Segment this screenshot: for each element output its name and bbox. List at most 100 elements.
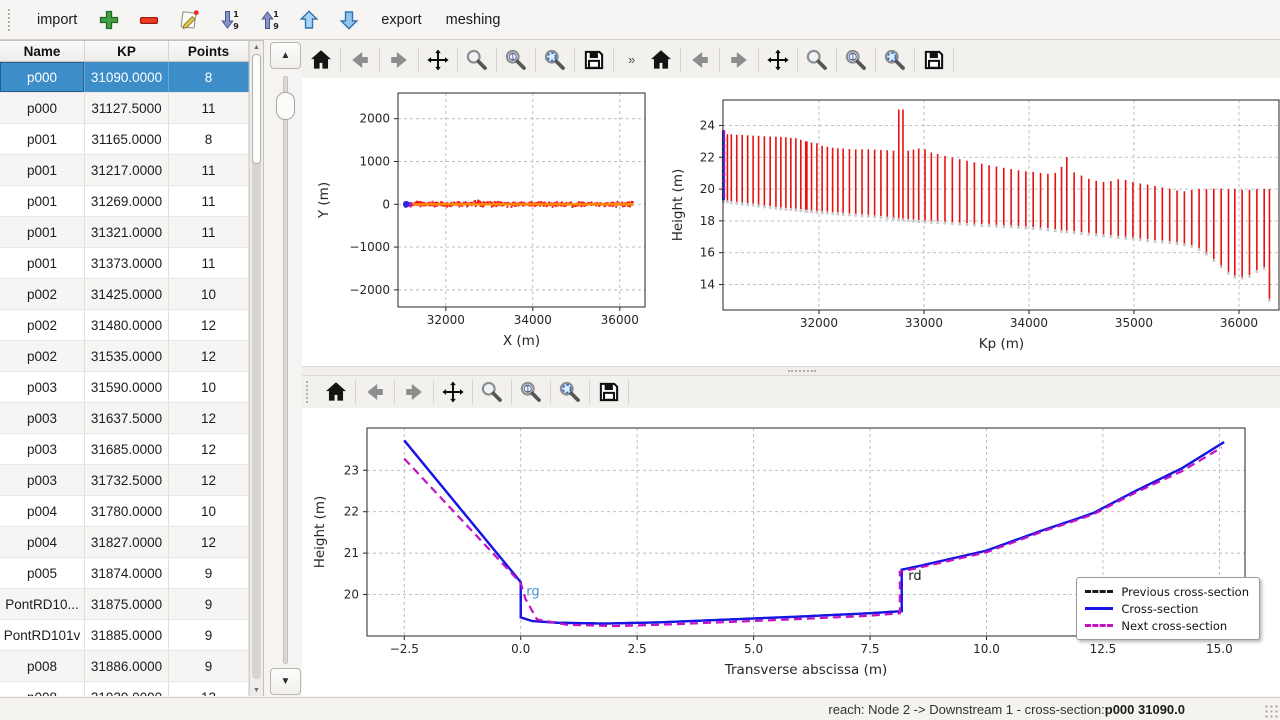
table-cell[interactable]: 31425.0000	[85, 279, 169, 309]
table-cell[interactable]: 31269.0000	[85, 186, 169, 216]
table-cell[interactable]: 10	[169, 372, 249, 402]
back-button-trace[interactable]	[345, 45, 375, 75]
sort-down-button[interactable]: 19	[213, 4, 245, 36]
table-cell[interactable]: 31217.0000	[85, 155, 169, 185]
table-cell[interactable]: 31875.0000	[85, 589, 169, 619]
table-cell[interactable]: 12	[169, 403, 249, 433]
table-cell[interactable]: 31321.0000	[85, 217, 169, 247]
column-header-kp[interactable]: KP	[85, 41, 169, 61]
table-row[interactable]: p00331637.500012	[0, 403, 249, 434]
table-cell[interactable]: p000	[0, 93, 85, 123]
table-cell[interactable]: 11	[169, 155, 249, 185]
trace-plot[interactable]: 320003400036000200010000−1000−2000X (m)Y…	[302, 78, 658, 366]
remove-cross-section-button[interactable]	[133, 4, 165, 36]
back-button-cross[interactable]	[360, 377, 390, 407]
splitter-grip[interactable]	[788, 370, 816, 375]
table-cell[interactable]: p003	[0, 434, 85, 464]
table-row[interactable]: p00031090.00008	[0, 62, 249, 93]
table-cell[interactable]: 31827.0000	[85, 527, 169, 557]
table-scrollbar[interactable]: ▲ ▼	[249, 41, 263, 696]
import-button[interactable]: import	[27, 8, 87, 32]
table-cell[interactable]: p001	[0, 186, 85, 216]
table-cell[interactable]: 31373.0000	[85, 248, 169, 278]
meshing-button[interactable]: meshing	[436, 8, 511, 32]
table-cell[interactable]: p002	[0, 279, 85, 309]
table-cell[interactable]: 8	[169, 62, 249, 92]
table-cell[interactable]: 31637.5000	[85, 403, 169, 433]
table-cell[interactable]: 31732.5000	[85, 465, 169, 495]
zoom-button-trace[interactable]	[462, 45, 492, 75]
cross-section-table[interactable]: NameKPPoints p00031090.00008p00031127.50…	[0, 41, 249, 696]
pan-button-profile[interactable]	[763, 45, 793, 75]
table-cell[interactable]: 11	[169, 217, 249, 247]
table-cell[interactable]: 12	[169, 434, 249, 464]
zoom-one-button-trace[interactable]: 1	[501, 45, 531, 75]
table-cell[interactable]: p001	[0, 217, 85, 247]
zoom-one-button-cross[interactable]: 1	[516, 377, 546, 407]
table-row[interactable]: p00531874.00009	[0, 558, 249, 589]
table-cell[interactable]: p001	[0, 248, 85, 278]
add-cross-section-button[interactable]	[93, 4, 125, 36]
zoom-button-cross[interactable]	[477, 377, 507, 407]
table-cell[interactable]: p001	[0, 124, 85, 154]
table-cell[interactable]: 31780.0000	[85, 496, 169, 526]
table-cell[interactable]: p004	[0, 527, 85, 557]
table-cell[interactable]: p008	[0, 651, 85, 681]
cross-section-slider-handle[interactable]	[276, 92, 295, 120]
pan-button-cross[interactable]	[438, 377, 468, 407]
table-row[interactable]: PontRD101v31885.00009	[0, 620, 249, 651]
table-cell[interactable]: 8	[169, 124, 249, 154]
table-row[interactable]: p00331732.500012	[0, 465, 249, 496]
toolbar-drag-handle[interactable]	[8, 9, 15, 31]
table-cell[interactable]: 31885.0000	[85, 620, 169, 650]
zoom-button-profile[interactable]	[802, 45, 832, 75]
table-row[interactable]: p00131373.000011	[0, 248, 249, 279]
table-cell[interactable]: 31886.0000	[85, 651, 169, 681]
table-cell[interactable]: p003	[0, 372, 85, 402]
zoom-one-button-profile[interactable]: 1	[841, 45, 871, 75]
next-cross-section-button[interactable]: ▼	[270, 668, 301, 695]
table-row[interactable]: p00131217.000011	[0, 155, 249, 186]
forward-button-cross[interactable]	[399, 377, 429, 407]
horizontal-splitter[interactable]	[302, 366, 1280, 376]
table-cell[interactable]: 11	[169, 93, 249, 123]
table-cell[interactable]: 12	[169, 465, 249, 495]
toolbar-drag-handle[interactable]	[306, 381, 313, 403]
table-row[interactable]: p00131321.000011	[0, 217, 249, 248]
table-cell[interactable]: 31535.0000	[85, 341, 169, 371]
table-cell[interactable]: 31685.0000	[85, 434, 169, 464]
table-cell[interactable]: p002	[0, 310, 85, 340]
table-cell[interactable]: 10	[169, 496, 249, 526]
scroll-up-icon[interactable]: ▲	[250, 41, 263, 53]
sort-up-button[interactable]: 19	[253, 4, 285, 36]
table-cell[interactable]: 13	[169, 682, 249, 696]
save-button-profile[interactable]	[919, 45, 949, 75]
table-cell[interactable]: 31090.0000	[85, 62, 169, 92]
table-row[interactable]: p00331590.000010	[0, 372, 249, 403]
table-row[interactable]: PontRD10...31875.00009	[0, 589, 249, 620]
table-cell[interactable]: 31874.0000	[85, 558, 169, 588]
profile-plot[interactable]: 3200033000340003500036000141618202224Kp …	[658, 78, 1280, 366]
table-row[interactable]: p00431827.000012	[0, 527, 249, 558]
pan-button-trace[interactable]	[423, 45, 453, 75]
zoom-fit-button-profile[interactable]	[880, 45, 910, 75]
export-button[interactable]: export	[371, 8, 431, 32]
table-cell[interactable]: 12	[169, 310, 249, 340]
table-row[interactable]: p00131269.000011	[0, 186, 249, 217]
table-cell[interactable]: p002	[0, 341, 85, 371]
zoom-fit-button-cross[interactable]	[555, 377, 585, 407]
save-button-trace[interactable]	[579, 45, 609, 75]
table-row[interactable]: p00331685.000012	[0, 434, 249, 465]
scrollbar-thumb[interactable]	[252, 54, 261, 164]
table-cell[interactable]: p004	[0, 496, 85, 526]
table-cell[interactable]: p003	[0, 465, 85, 495]
table-cell[interactable]: p008	[0, 682, 85, 696]
table-row[interactable]: p00231535.000012	[0, 341, 249, 372]
table-cell[interactable]: 31127.5000	[85, 93, 169, 123]
table-cell[interactable]: 9	[169, 589, 249, 619]
window-resize-grip[interactable]	[1264, 704, 1278, 718]
home-button-trace[interactable]	[306, 45, 336, 75]
table-cell[interactable]: 31929.0000	[85, 682, 169, 696]
home-button-profile[interactable]	[646, 45, 676, 75]
table-row[interactable]: p00231425.000010	[0, 279, 249, 310]
